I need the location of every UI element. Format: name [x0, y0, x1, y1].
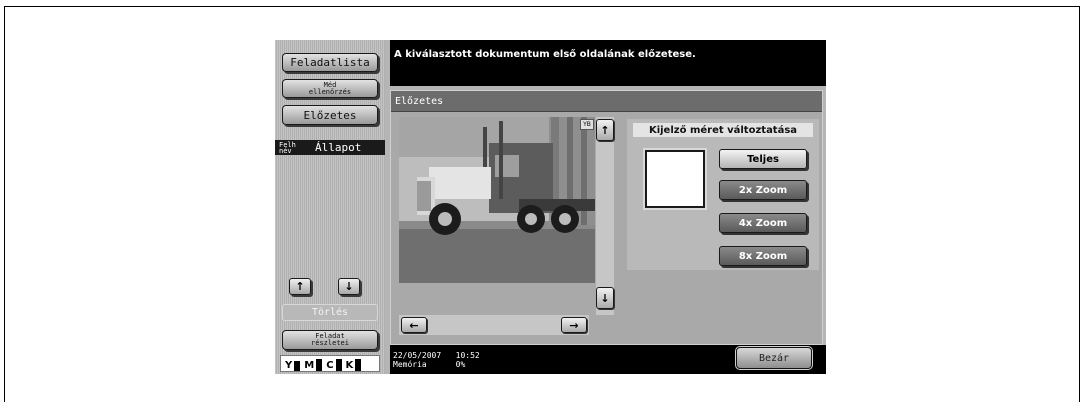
- media-verify-button[interactable]: Méd ellenőrzés: [282, 79, 378, 98]
- arrow-right-icon: →: [569, 318, 579, 332]
- toner-y-bar: [294, 360, 301, 371]
- zoom-full-label: Teljes: [747, 153, 779, 165]
- preview-button[interactable]: Előzetes: [282, 105, 378, 125]
- zoom-2x-button[interactable]: 2x Zoom: [719, 180, 807, 200]
- date-time-memory: 22/05/2007 10:52 Memória 0%: [393, 351, 480, 369]
- toner-c-bar: [335, 358, 342, 371]
- document-preview: YB: [399, 117, 595, 283]
- toner-y: Y: [285, 357, 301, 371]
- time-text: 10:52: [455, 351, 480, 360]
- close-button[interactable]: Bezár: [735, 346, 813, 370]
- message-text: A kiválasztott dokumentum első oldalának…: [394, 49, 696, 60]
- toner-k-bar: [355, 358, 362, 371]
- toner-c: C: [326, 357, 342, 371]
- preview-label: Előzetes: [303, 108, 357, 122]
- details-line2: részletei: [311, 339, 349, 347]
- user-name-line2: név: [279, 146, 292, 155]
- window-title: Előzetes: [391, 91, 822, 112]
- sidebar: Feladatlista Méd ellenőrzés Előzetes Fel…: [275, 40, 385, 374]
- preview-window: Előzetes YB ↑ ↓ ← → Kijelző méret változ…: [390, 90, 823, 345]
- display-size-panel: Kijelző méret változtatása Teljes 2x Zoo…: [627, 119, 819, 270]
- zoom-4x-label: 4x Zoom: [738, 217, 788, 229]
- arrow-up-icon: ↑: [295, 280, 305, 293]
- job-list-label: Feladatlista: [290, 56, 370, 69]
- memory-label: Memória: [393, 360, 427, 369]
- display-size-title: Kijelző méret változtatása: [633, 123, 813, 137]
- zoom-8x-label: 8x Zoom: [738, 250, 788, 262]
- message-bar: A kiválasztott dokumentum első oldalának…: [390, 40, 826, 86]
- delete-label: Törlés: [311, 307, 349, 318]
- toner-indicator: Y M C K: [280, 355, 380, 372]
- arrow-down-icon: ↓: [344, 280, 354, 293]
- verify-label-line2: ellenőrzés: [308, 87, 352, 96]
- zoom-full-button[interactable]: Teljes: [719, 149, 807, 169]
- job-details-button[interactable]: Feladat részletei: [282, 330, 378, 350]
- close-label: Bezár: [758, 352, 790, 364]
- status-column-header: Felh név Állapot: [275, 140, 385, 155]
- page-badge: YB: [580, 119, 594, 130]
- arrow-down-icon: ↓: [600, 291, 610, 305]
- scroll-up-button[interactable]: ↑: [596, 119, 614, 141]
- status-label: Állapot: [315, 141, 362, 154]
- zoom-area-thumbnail: [643, 148, 707, 210]
- scroll-left-button[interactable]: ←: [401, 317, 427, 333]
- toner-m-bar: [316, 358, 323, 371]
- date-text: 22/05/2007: [393, 351, 442, 360]
- toner-k: K: [346, 357, 362, 371]
- toner-m: M: [304, 357, 323, 371]
- truck-image: [399, 117, 595, 283]
- zoom-4x-button[interactable]: 4x Zoom: [719, 213, 807, 233]
- horizontal-scrollbar[interactable]: ← →: [399, 315, 589, 335]
- list-down-button[interactable]: ↓: [338, 278, 360, 295]
- arrow-up-icon: ↑: [600, 123, 610, 137]
- scroll-right-button[interactable]: →: [561, 317, 587, 333]
- zoom-8x-button[interactable]: 8x Zoom: [719, 246, 807, 266]
- vertical-scrollbar[interactable]: ↑ ↓: [596, 117, 614, 315]
- arrow-left-icon: ←: [409, 318, 419, 332]
- memory-value: 0%: [455, 360, 466, 369]
- delete-button[interactable]: Törlés: [282, 304, 378, 321]
- list-up-button[interactable]: ↑: [289, 278, 311, 295]
- zoom-2x-label: 2x Zoom: [738, 184, 788, 196]
- job-list-button[interactable]: Feladatlista: [282, 53, 378, 72]
- window-title-text: Előzetes: [395, 95, 444, 107]
- status-bar: 22/05/2007 10:52 Memória 0% Bezár: [390, 345, 826, 374]
- scroll-down-button[interactable]: ↓: [596, 287, 614, 309]
